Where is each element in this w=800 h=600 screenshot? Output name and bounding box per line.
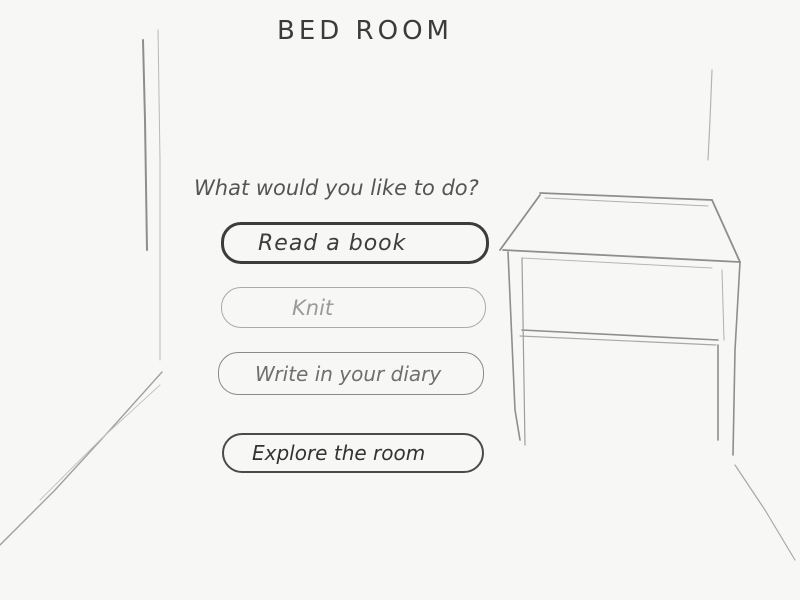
desk-apron-bottom-2 bbox=[519, 335, 717, 346]
explore-the-room-label: Explore the room bbox=[252, 441, 426, 465]
desk-top-front-edge bbox=[502, 249, 741, 263]
desk-leg-right-outer bbox=[732, 261, 741, 456]
desk-apron-bottom bbox=[521, 329, 719, 341]
knit-button[interactable]: Knit bbox=[221, 287, 486, 328]
left-floor-line-2 bbox=[39, 384, 161, 501]
desk-leg-right-inner bbox=[721, 269, 725, 341]
write-in-diary-label: Write in your diary bbox=[255, 361, 442, 386]
read-a-book-button[interactable]: Read a book bbox=[221, 222, 489, 264]
desk-top-right-edge bbox=[711, 199, 741, 263]
right-floor-line bbox=[734, 464, 796, 561]
right-wall-corner-line bbox=[707, 69, 713, 161]
write-in-diary-button[interactable]: Write in your diary bbox=[218, 352, 484, 395]
read-a-book-label: Read a book bbox=[258, 230, 407, 256]
knit-label: Knit bbox=[292, 295, 334, 320]
desk-leg-left-inner bbox=[521, 257, 526, 446]
room-title: BED ROOM bbox=[277, 16, 453, 46]
left-wall-corner-line bbox=[142, 39, 148, 251]
desk-leg-left-front bbox=[507, 251, 521, 441]
desk-top-left-edge bbox=[499, 194, 541, 251]
left-wall-edge-line bbox=[157, 29, 161, 361]
explore-the-room-button[interactable]: Explore the room bbox=[222, 433, 484, 473]
choice-prompt: What would you like to do? bbox=[194, 176, 479, 200]
